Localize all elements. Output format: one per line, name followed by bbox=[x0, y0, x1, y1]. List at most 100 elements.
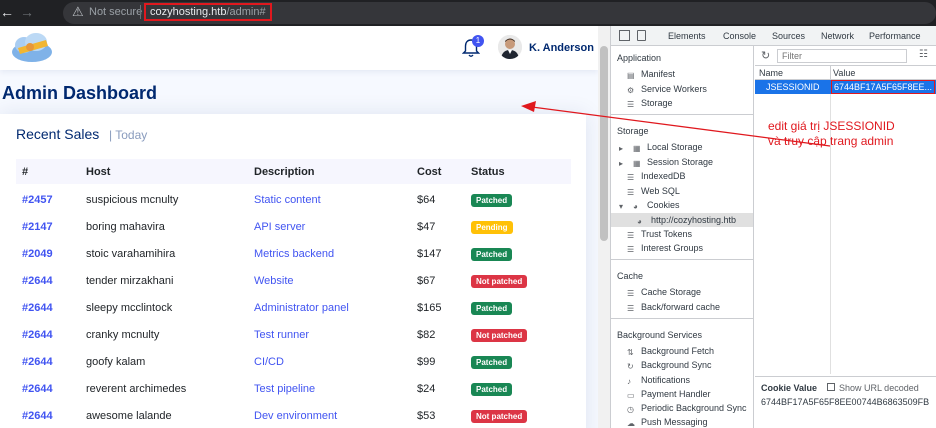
description-link[interactable]: Website bbox=[254, 275, 294, 287]
show-url-decoded-label[interactable]: Show URL decoded bbox=[839, 383, 919, 393]
cookie-row[interactable]: JSESSIONID 6744BF17A5F65F8EE... bbox=[755, 80, 936, 94]
description-link[interactable]: Metrics backend bbox=[254, 248, 334, 260]
description-link[interactable]: Dev environment bbox=[254, 410, 337, 422]
sidebar-item-cookie-origin[interactable]: ◕ http://cozyhosting.htb bbox=[611, 213, 753, 227]
sale-id-link[interactable]: #2644 bbox=[22, 329, 53, 341]
sale-id-link[interactable]: #2644 bbox=[22, 356, 53, 368]
database-icon: ☰ bbox=[627, 100, 635, 109]
tab-network[interactable]: Network bbox=[821, 31, 854, 41]
refresh-icon[interactable]: ↻ bbox=[761, 49, 770, 62]
forward-arrow-icon[interactable]: → bbox=[20, 4, 34, 20]
grid-icon: ▦ bbox=[633, 144, 641, 153]
description-link[interactable]: Static content bbox=[254, 194, 321, 206]
filter-input[interactable] bbox=[777, 49, 907, 63]
filter-settings-icon[interactable]: ☷ bbox=[919, 49, 928, 60]
host-name: sleepy mcclintock bbox=[86, 302, 173, 314]
description-link[interactable]: CI/CD bbox=[254, 356, 284, 368]
sidebar-item-indexeddb[interactable]: ☰ IndexedDB bbox=[627, 171, 686, 182]
user-name[interactable]: K. Anderson bbox=[529, 42, 594, 54]
sidebar-item-service-workers[interactable]: ⚙ Service Workers bbox=[627, 84, 707, 95]
annotation-line-1: edit giá trị JSESSIONID bbox=[768, 119, 895, 133]
item-label: Service Workers bbox=[641, 84, 707, 94]
card-icon: ▭ bbox=[627, 391, 635, 400]
clock-icon: ◷ bbox=[627, 405, 634, 414]
sidebar-item-trust-tokens[interactable]: ☰ Trust Tokens bbox=[627, 229, 692, 240]
sale-id-link[interactable]: #2644 bbox=[22, 383, 53, 395]
sidebar-item-session-storage[interactable]: ▸ ▦ Session Storage bbox=[619, 157, 713, 168]
sidebar-item-local-storage[interactable]: ▸ ▦ Local Storage bbox=[619, 142, 703, 153]
cookie-name[interactable]: JSESSIONID bbox=[766, 82, 820, 92]
device-toolbar-icon[interactable] bbox=[637, 30, 646, 41]
page-scrollbar[interactable] bbox=[598, 26, 610, 428]
avatar[interactable] bbox=[498, 35, 522, 59]
item-label: Payment Handler bbox=[641, 389, 711, 399]
col-status: Status bbox=[471, 166, 505, 178]
sale-id-link[interactable]: #2049 bbox=[22, 248, 53, 260]
status-cell: Patched bbox=[471, 356, 513, 369]
tab-performance[interactable]: Performance bbox=[869, 31, 921, 41]
host-name: cranky mcnulty bbox=[86, 329, 160, 341]
sale-id-link[interactable]: #2457 bbox=[22, 194, 53, 206]
cloud-logo-icon[interactable] bbox=[8, 30, 56, 66]
status-badge: Patched bbox=[471, 383, 513, 396]
sidebar-item-background-fetch[interactable]: ⇅ Background Fetch bbox=[627, 346, 714, 357]
card-subtitle: Today bbox=[109, 128, 147, 142]
sidebar-item-cookies[interactable]: ▾ ◕ Cookies bbox=[619, 200, 680, 211]
sidebar-item-background-sync[interactable]: ↻ Background Sync bbox=[627, 360, 712, 371]
sidebar-item-periodic-sync[interactable]: ◷ Periodic Background Sync bbox=[627, 403, 747, 414]
inspect-element-icon[interactable] bbox=[619, 30, 630, 41]
sidebar-item-websql[interactable]: ☰ Web SQL bbox=[627, 186, 680, 197]
cost-value: $47 bbox=[417, 221, 436, 233]
tab-sources[interactable]: Sources bbox=[772, 31, 805, 41]
cookie-icon: ◕ bbox=[633, 202, 638, 211]
site-header: 1 K. Anderson bbox=[0, 26, 598, 70]
item-label: Cache Storage bbox=[641, 287, 702, 297]
column-divider bbox=[830, 66, 831, 80]
col-id: # bbox=[22, 166, 29, 178]
cost-value: $64 bbox=[417, 194, 436, 206]
col-host: Host bbox=[86, 166, 111, 178]
item-label: Notifications bbox=[641, 375, 691, 385]
cost-value: $53 bbox=[417, 410, 436, 422]
item-label: Push Messaging bbox=[641, 417, 708, 427]
sale-id-link[interactable]: #2644 bbox=[22, 275, 53, 287]
sidebar-item-notifications[interactable]: ♪ Notifications bbox=[627, 375, 691, 386]
database-icon: ☰ bbox=[627, 289, 635, 298]
cookie-value-cell[interactable]: 6744BF17A5F65F8EE... bbox=[831, 80, 935, 94]
item-label: Background Sync bbox=[641, 360, 712, 370]
status-cell: Patched bbox=[471, 383, 513, 396]
sidebar-item-payment-handler[interactable]: ▭ Payment Handler bbox=[627, 389, 711, 400]
status-badge: Patched bbox=[471, 302, 513, 315]
description-link[interactable]: Test runner bbox=[254, 329, 309, 341]
status-badge: Patched bbox=[471, 194, 513, 207]
description-link[interactable]: API server bbox=[254, 221, 305, 233]
tab-console[interactable]: Console bbox=[723, 31, 756, 41]
sidebar-item-bfcache[interactable]: ☰ Back/forward cache bbox=[627, 302, 720, 313]
sidebar-item-cache-storage[interactable]: ☰ Cache Storage bbox=[627, 287, 702, 298]
sidebar-item-storage[interactable]: ☰ Storage bbox=[627, 98, 673, 109]
back-arrow-icon[interactable]: ← bbox=[0, 4, 14, 20]
sale-id-link[interactable]: #2147 bbox=[22, 221, 53, 233]
item-label: Local Storage bbox=[647, 142, 703, 152]
description-link[interactable]: Administrator panel bbox=[254, 302, 349, 314]
sidebar-item-interest-groups[interactable]: ☰ Interest Groups bbox=[627, 243, 703, 254]
sidebar-item-manifest[interactable]: ▤ Manifest bbox=[627, 69, 676, 80]
sale-id-link[interactable]: #2644 bbox=[22, 410, 53, 422]
column-value[interactable]: Value bbox=[833, 68, 855, 78]
show-url-decoded-checkbox[interactable] bbox=[827, 383, 835, 391]
status-badge: Pending bbox=[471, 221, 513, 234]
item-label: Manifest bbox=[641, 69, 676, 79]
host-name: awesome lalande bbox=[86, 410, 172, 422]
warning-triangle-icon[interactable]: ⚠ bbox=[72, 4, 84, 20]
tab-elements[interactable]: Elements bbox=[668, 31, 706, 41]
description-link[interactable]: Test pipeline bbox=[254, 383, 315, 395]
sale-id-link[interactable]: #2644 bbox=[22, 302, 53, 314]
database-icon: ☰ bbox=[627, 188, 635, 197]
column-name[interactable]: Name bbox=[759, 68, 783, 78]
cloud-icon: ☁ bbox=[627, 419, 635, 428]
security-status[interactable]: Not secure bbox=[89, 6, 142, 18]
refresh-icon: ↻ bbox=[627, 362, 634, 371]
url-text[interactable]: cozyhosting.htb/admin# bbox=[144, 3, 272, 21]
scrollbar-thumb[interactable] bbox=[600, 46, 608, 241]
sidebar-item-push-messaging[interactable]: ☁ Push Messaging bbox=[627, 417, 708, 428]
